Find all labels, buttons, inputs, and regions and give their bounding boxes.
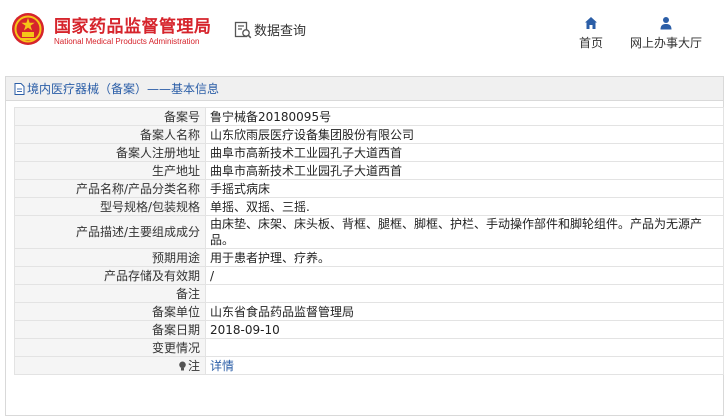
field-label: 备注 [14, 284, 206, 303]
table-row: 产品存储及有效期 / [14, 266, 724, 285]
field-label: 变更情况 [14, 338, 206, 357]
table-row: 备案号 鲁宁械备20180095号 [14, 107, 724, 126]
note-label: 注 [187, 358, 200, 373]
field-label: 备案人名称 [14, 125, 206, 144]
field-value: 曲阜市高新技术工业园孔子大道西首 [205, 143, 724, 162]
nav-online-service-hall[interactable]: 网上办事大厅 [628, 16, 704, 51]
field-label: 产品描述/主要组成成分 [14, 215, 206, 249]
search-document-icon [234, 21, 252, 38]
field-value: 用于患者护理、疗养。 [205, 248, 724, 267]
field-value: 由床垫、床架、床头板、背框、腿框、脚框、护栏、手动操作部件和脚轮组件。产品为无源… [205, 215, 724, 249]
table-row: 备案人名称 山东欣雨辰医疗设备集团股份有限公司 [14, 125, 724, 144]
table-row: 生产地址 曲阜市高新技术工业园孔子大道西首 [14, 161, 724, 180]
national-emblem-icon [12, 13, 44, 45]
field-value: 山东省食品药品监督管理局 [205, 302, 724, 321]
site-header: 国家药品监督管理局 National Medical Products Admi… [0, 0, 724, 62]
field-label: 预期用途 [14, 248, 206, 267]
table-row: 产品名称/产品分类名称 手摇式病床 [14, 179, 724, 198]
field-value: 单摇、双摇、三摇. [205, 197, 724, 216]
nav-online-service-label: 网上办事大厅 [629, 36, 702, 50]
breadcrumb: 境内医疗器械（备案）——基本信息 [27, 82, 220, 96]
field-value: 山东欣雨辰医疗设备集团股份有限公司 [205, 125, 724, 144]
field-value: 曲阜市高新技术工业园孔子大道西首 [205, 161, 724, 180]
field-value: 鲁宁械备20180095号 [205, 107, 724, 126]
site-logo-title[interactable]: 国家药品监督管理局 [54, 12, 212, 37]
nav-home-label: 首页 [578, 36, 603, 50]
field-label: 型号规格/包装规格 [14, 197, 206, 216]
table-row: 备注 [14, 284, 724, 303]
field-value: 手摇式病床 [205, 179, 724, 198]
table-row: 注 详情 [14, 356, 724, 375]
details-link[interactable]: 详情 [210, 359, 234, 373]
field-value: 2018-09-10 [205, 320, 724, 339]
field-label: 备案人注册地址 [14, 143, 206, 162]
data-query-link[interactable]: 数据查询 [234, 20, 306, 39]
basic-info-table: 备案号 鲁宁械备20180095号 备案人名称 山东欣雨辰医疗设备集团股份有限公… [14, 107, 724, 375]
panel-header: 境内医疗器械（备案）——基本信息 [6, 77, 723, 101]
table-row: 产品描述/主要组成成分 由床垫、床架、床头板、背框、腿框、脚框、护栏、手动操作部… [14, 215, 724, 249]
note-value-cell: 详情 [205, 356, 724, 375]
field-value [205, 284, 724, 303]
field-label: 生产地址 [14, 161, 206, 180]
data-query-label: 数据查询 [254, 24, 307, 39]
home-icon [585, 17, 597, 29]
field-label: 备案日期 [14, 320, 206, 339]
field-label: 备案单位 [14, 302, 206, 321]
field-label: 备案号 [14, 107, 206, 126]
field-label: 产品存储及有效期 [14, 266, 206, 285]
note-label-cell: 注 [14, 356, 206, 375]
field-value: / [205, 266, 724, 285]
table-row: 变更情况 [14, 338, 724, 357]
nav-home[interactable]: 首页 [576, 16, 606, 51]
table-row: 预期用途 用于患者护理、疗养。 [14, 248, 724, 267]
table-row: 备案人注册地址 曲阜市高新技术工业园孔子大道西首 [14, 143, 724, 162]
table-row: 型号规格/包装规格 单摇、双摇、三摇. [14, 197, 724, 216]
field-label: 产品名称/产品分类名称 [14, 179, 206, 198]
table-row: 备案日期 2018-09-10 [14, 320, 724, 339]
site-logo-subtitle[interactable]: National Medical Products Administration [54, 37, 199, 46]
document-icon [14, 82, 25, 95]
field-value [205, 338, 724, 357]
table-row: 备案单位 山东省食品药品监督管理局 [14, 302, 724, 321]
user-icon [660, 17, 672, 30]
lightbulb-icon [179, 361, 186, 370]
